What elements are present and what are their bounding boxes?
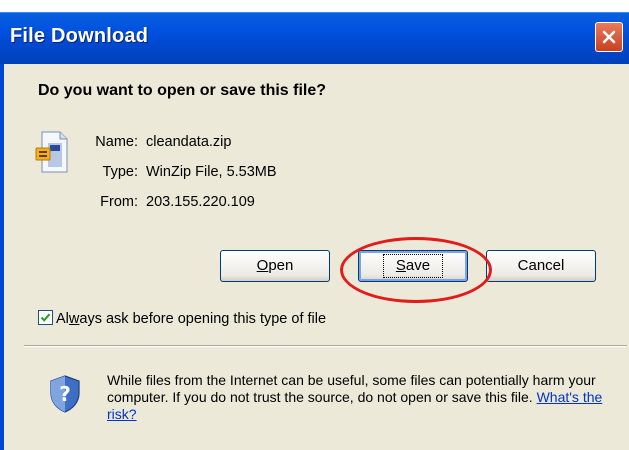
file-download-dialog: File Download Do you want to open or sav…	[0, 0, 629, 450]
file-type-row: Type: WinZip File, 5.53MB	[72, 164, 277, 180]
security-warning: While files from the Internet can be use…	[107, 372, 617, 423]
type-label: Type:	[102, 164, 138, 180]
zip-file-icon	[35, 131, 68, 173]
always-ask-mnemonic: w	[68, 311, 80, 327]
always-ask-checkbox[interactable]	[38, 310, 53, 325]
open-button[interactable]: Open	[220, 250, 330, 282]
security-shield-icon: ?	[50, 375, 80, 413]
warning-text: While files from the Internet can be use…	[107, 372, 596, 405]
cancel-label: Cancel	[517, 257, 565, 274]
title-bar[interactable]: File Download	[0, 12, 629, 65]
from-label: From:	[100, 194, 138, 210]
close-button[interactable]	[595, 22, 623, 52]
file-name: cleandata.zip	[146, 134, 232, 150]
separator	[24, 345, 627, 347]
file-source: 203.155.220.109	[146, 194, 255, 210]
cancel-button[interactable]: Cancel	[486, 250, 596, 282]
open-label: pen	[268, 257, 294, 274]
svg-text:?: ?	[59, 382, 71, 406]
always-ask-label-post: ays ask before opening this type of file	[79, 311, 327, 327]
file-type: WinZip File, 5.53MB	[146, 164, 277, 180]
dialog-body: Do you want to open or save this file? N…	[4, 64, 629, 450]
save-highlight-annotation	[340, 237, 492, 303]
checkmark-icon	[40, 313, 51, 322]
window-title: File Download	[10, 25, 149, 47]
file-name-row: Name: cleandata.zip	[72, 134, 231, 150]
always-ask-label-pre: Al	[56, 311, 69, 327]
open-mnemonic: O	[256, 257, 269, 274]
close-icon	[602, 30, 616, 44]
dialog-question: Do you want to open or save this file?	[38, 82, 327, 99]
name-label: Name:	[95, 134, 138, 150]
always-ask-option[interactable]: Always ask before opening this type of f…	[38, 310, 326, 327]
file-source-row: From: 203.155.220.109	[72, 194, 255, 210]
